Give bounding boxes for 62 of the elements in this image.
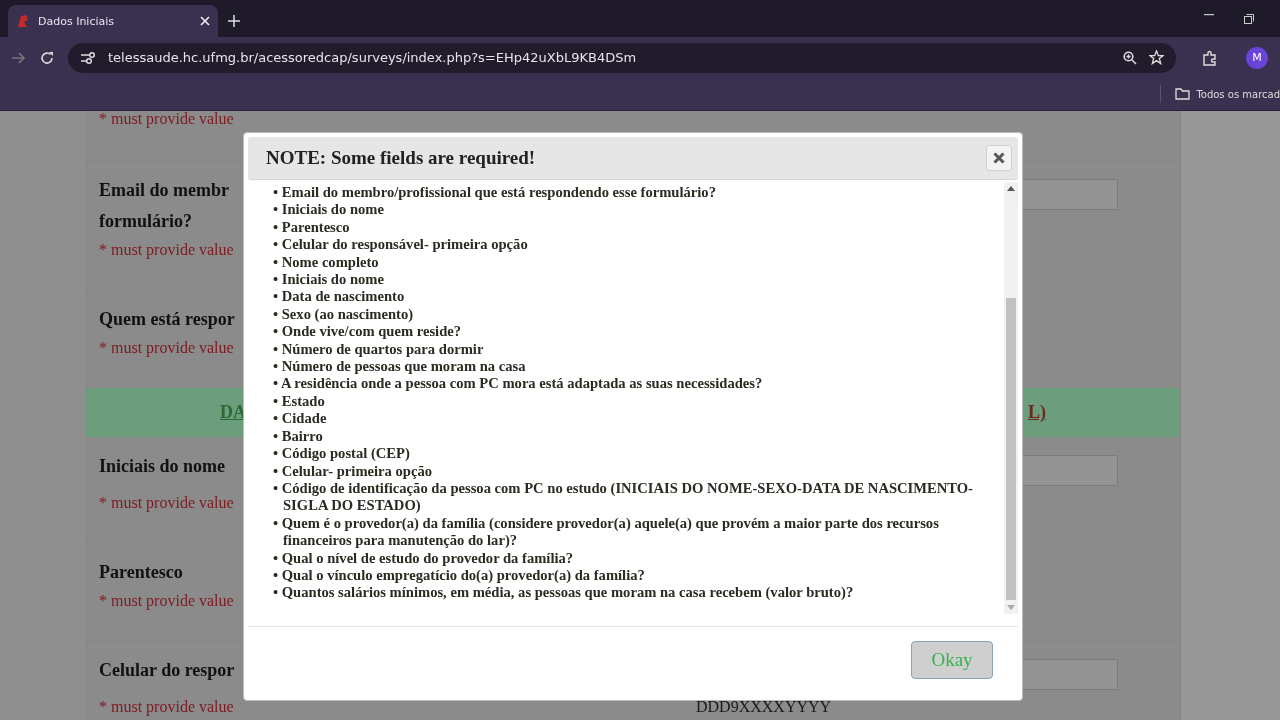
required-note: * must provide value — [99, 591, 234, 611]
required-field-item: • A residência onde a pessoa com PC mora está adaptada as suas necessidades? — [273, 375, 764, 393]
required-field-item: • Iniciais do nome — [273, 271, 385, 289]
required-field-item: • Quantos salários mínimos, em média, as pessoas que moram na casa recebem (valor bruto)? — [273, 584, 855, 602]
star-icon[interactable] — [1149, 50, 1164, 65]
bookmarks-folder[interactable]: Todos os marcad — [1196, 88, 1280, 100]
restore-icon[interactable] — [1244, 13, 1254, 24]
site-settings-icon[interactable] — [80, 50, 96, 65]
input-field[interactable] — [1022, 179, 1118, 210]
browser-tab[interactable]: Dados Iniciais — [8, 5, 218, 37]
question-label: Celular do respor — [99, 659, 235, 682]
extensions-icon[interactable] — [1202, 49, 1218, 66]
required-note: * must provide value — [99, 493, 234, 513]
question-label: Iniciais do nome — [99, 455, 226, 478]
required-note: * must provide value — [99, 338, 234, 358]
required-field-item: • Nome completo — [273, 253, 380, 272]
new-tab-icon[interactable] — [228, 15, 240, 27]
required-field-item: • Onde vive/com quem reside? — [273, 323, 463, 341]
question-label: formulário? — [99, 210, 192, 233]
close-button[interactable] — [986, 145, 1012, 171]
required-field-item: • Cidade — [273, 410, 328, 428]
required-note: * must provide value — [99, 111, 234, 129]
question-label: Parentesco — [99, 561, 183, 584]
required-field-item: • Número de pessoas que moram na casa — [273, 358, 527, 376]
required-field-item: • Código postal (CEP) — [273, 445, 411, 463]
scroll-up-icon[interactable] — [1007, 186, 1015, 191]
scrollbar[interactable] — [1004, 182, 1018, 614]
zoom-icon[interactable] — [1123, 50, 1137, 65]
required-field-item: • Parentesco — [273, 218, 351, 237]
required-field-item: • Número de quartos para dormir — [273, 340, 485, 359]
minimize-icon[interactable] — [1204, 13, 1214, 16]
dialog-title: NOTE: Some fields are required! — [266, 147, 537, 169]
section-link[interactable]: L) — [1028, 402, 1046, 423]
required-note: * must provide value — [99, 240, 234, 260]
url-text: telessaude.hc.ufmg.br/acessoredcap/surveys/index.php?s=EHp42uXbL9KB4DSm — [108, 50, 638, 65]
question-label: Email do membr — [99, 179, 229, 202]
folder-icon — [1175, 88, 1191, 100]
input-field[interactable] — [1022, 455, 1118, 486]
required-field-item: • Data de nascimento — [273, 288, 406, 306]
question-label: Quem está respor — [99, 308, 235, 331]
close-icon — [993, 152, 1005, 164]
required-field-item: • Bairro — [273, 427, 324, 446]
required-field-item: • Email do membro/profissional que está respondendo esse formulário? — [273, 184, 717, 202]
favicon-icon — [16, 14, 30, 28]
required-field-item: • Sexo (ao nascimento) — [273, 305, 415, 324]
profile-avatar[interactable]: M — [1246, 46, 1268, 69]
required-field-item: • Celular do responsável- primeira opção — [273, 236, 529, 254]
required-field-item: • Código de identificação da pessoa com PC no estudo (INICIAIS DO NOME-SEXO-DATA DE NASCIMENTO-SIGLA DO ESTADO) — [273, 479, 974, 515]
required-field-item: • Quem é o provedor(a) da família (considere provedor(a) aquele(a) que provém a maior parte dos recursos financeiros para manutenção do lar)? — [273, 514, 940, 550]
required-field-item: • Qual o nível de estudo do provedor da família? — [273, 549, 575, 567]
required-field-item: • Qual o vínculo empregatício do(a) provedor(a) da família? — [273, 566, 646, 585]
forward-icon[interactable] — [12, 51, 26, 64]
required-field-item: • Celular- primeira opção — [273, 462, 433, 480]
required-field-item: • Iniciais do nome — [273, 201, 385, 219]
required-field-item: • Estado — [273, 392, 326, 411]
input-field[interactable] — [1022, 659, 1118, 690]
close-icon[interactable] — [200, 16, 210, 26]
tab-title: Dados Iniciais — [38, 14, 116, 28]
address-bar[interactable]: telessaude.hc.ufmg.br/acessoredcap/surveys/index.php?s=EHp42uXbL9KB4DSm — [68, 42, 1176, 73]
required-note: * must provide value — [99, 697, 234, 717]
format-hint: DDD9XXXXYYYY — [696, 697, 833, 717]
reload-icon[interactable] — [40, 50, 54, 65]
